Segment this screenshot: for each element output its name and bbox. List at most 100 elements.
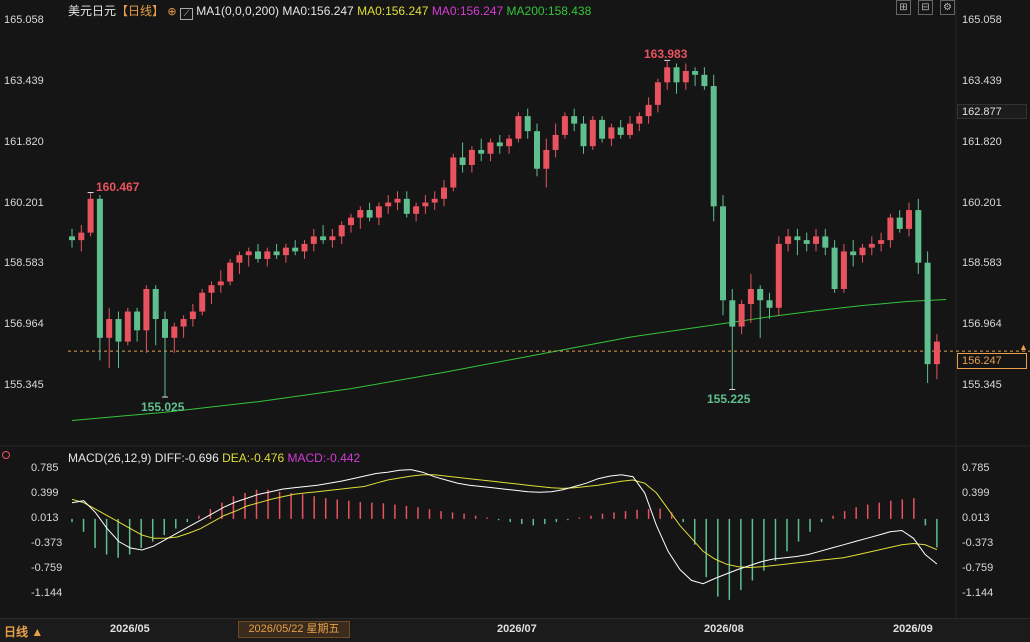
candle-body[interactable] [580,123,587,147]
settings-icon[interactable]: ⚙ [940,0,955,15]
candle-body[interactable] [599,119,606,139]
candle-body[interactable] [329,236,336,241]
candle-body[interactable] [310,236,317,244]
candle-body[interactable] [645,104,652,117]
period-tab[interactable]: 日线 ▲ [4,623,43,640]
indicator-icon[interactable]: ⟋ [179,8,193,20]
candle-body[interactable] [375,206,382,218]
candle-body[interactable] [720,206,726,301]
candle-body[interactable] [180,319,187,327]
candle-body[interactable] [664,67,671,83]
candle-body[interactable] [803,240,810,244]
candle-body[interactable] [320,236,327,241]
candle-body[interactable] [887,217,894,241]
candle-body[interactable] [357,210,364,218]
candle-body[interactable] [896,217,903,229]
minimize-icon[interactable]: ⊟ [918,0,933,15]
candle-body[interactable] [96,198,103,338]
candle-body[interactable] [813,236,819,244]
candle-body[interactable] [273,251,280,256]
candle-body[interactable] [627,123,633,135]
candle-body[interactable] [608,127,615,139]
candle-body[interactable] [385,202,392,207]
candle-body[interactable] [543,149,550,169]
candle-body[interactable] [199,292,206,312]
candle-body[interactable] [422,202,429,207]
candle-body[interactable] [552,134,559,150]
candle-body[interactable] [924,262,931,365]
candle-body[interactable] [775,243,782,308]
candle-body[interactable] [673,67,680,83]
candle-body[interactable] [487,142,494,154]
candle-body[interactable] [840,251,847,289]
candle-body[interactable] [152,288,159,320]
period-label[interactable]: 【日线】 [116,4,164,18]
candle-body[interactable] [143,288,150,331]
candle-body[interactable] [403,198,410,214]
fullscreen-icon[interactable]: ⊞ [896,0,911,15]
candle-body[interactable] [431,198,438,203]
candle-body[interactable] [515,116,522,139]
candle-body[interactable] [589,119,596,147]
candle-body[interactable] [106,319,113,338]
candle-body[interactable] [738,304,745,327]
candle-body[interactable] [217,281,224,286]
candle-body[interactable] [534,131,540,169]
candle-body[interactable] [933,341,940,365]
candle-body[interactable] [561,116,568,135]
candle-body[interactable] [338,225,345,237]
candle-body[interactable] [282,247,289,256]
candle-body[interactable] [394,198,401,203]
candle-body[interactable] [189,311,196,320]
candle-body[interactable] [69,236,75,241]
candle-body[interactable] [227,262,234,282]
candle-body[interactable] [850,251,857,256]
candle-body[interactable] [757,288,764,301]
candle-body[interactable] [524,116,531,132]
candle-body[interactable] [115,319,122,342]
candle-body[interactable] [506,138,513,147]
candle-body[interactable] [87,198,94,233]
candle-body[interactable] [831,247,838,289]
candle-body[interactable] [822,236,829,248]
candle-body[interactable] [654,82,661,105]
candle-body[interactable] [208,285,215,293]
scroll-up-icon[interactable]: ▲ [1019,343,1028,352]
candle-body[interactable] [459,157,466,165]
candle-body[interactable] [348,217,354,226]
candle-body[interactable] [124,311,131,342]
candle-body[interactable] [450,157,457,188]
candle-body[interactable] [468,149,475,165]
candle-body[interactable] [245,251,252,256]
candle-body[interactable] [366,210,373,218]
candle-body[interactable] [766,300,773,308]
candle-body[interactable] [729,300,736,327]
candle-body[interactable] [701,74,708,87]
candle-body[interactable] [692,71,699,75]
candle-body[interactable] [747,288,754,305]
candle-body[interactable] [78,232,85,241]
candle-body[interactable] [413,206,420,214]
candle-body[interactable] [478,149,485,154]
candle-body[interactable] [171,326,178,338]
candle-body[interactable] [682,71,689,83]
candle-body[interactable] [264,251,271,259]
candle-body[interactable] [785,236,792,244]
macd-dot-icon[interactable] [2,451,10,459]
candle-body[interactable] [292,247,299,252]
candle-body[interactable] [878,240,885,244]
candle-body[interactable] [710,86,717,207]
candle-body[interactable] [617,127,624,135]
candle-body[interactable] [636,116,643,124]
target-icon[interactable]: ⊕ [167,6,176,18]
candle-body[interactable] [162,319,168,338]
candle-body[interactable] [868,243,875,248]
candle-body[interactable] [441,187,447,199]
candle-body[interactable] [134,311,141,331]
candle-body[interactable] [255,251,261,259]
chart-canvas[interactable] [0,0,1030,641]
candle-body[interactable] [301,243,308,252]
candle-body[interactable] [794,236,801,241]
candle-body[interactable] [859,247,866,256]
candle-body[interactable] [236,255,243,263]
